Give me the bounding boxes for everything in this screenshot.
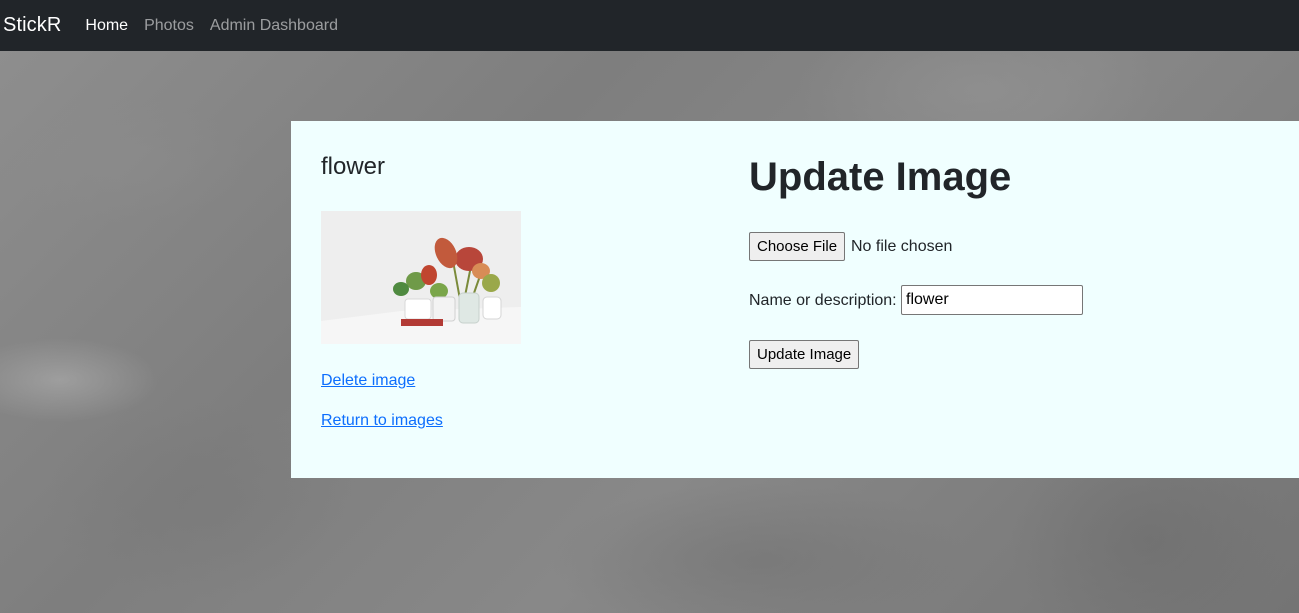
page-heading: Update Image — [749, 155, 1012, 199]
image-edit-card: flower Delete image Return to images Upd… — [291, 121, 1299, 478]
navbar: StickR Home Photos Admin Dashboard — [0, 0, 1299, 51]
flower-arrangement-photo — [321, 211, 521, 344]
nav-link-photos[interactable]: Photos — [144, 17, 194, 35]
image-title: flower — [321, 153, 386, 180]
nav-link-admin-dashboard[interactable]: Admin Dashboard — [210, 17, 338, 35]
choose-file-button[interactable]: Choose File — [749, 232, 846, 261]
brand-logo[interactable]: StickR — [3, 14, 61, 37]
delete-image-link[interactable]: Delete image — [321, 372, 415, 390]
file-status-text: No file chosen — [851, 238, 953, 255]
name-description-input[interactable] — [901, 285, 1083, 315]
image-thumbnail — [321, 211, 521, 344]
update-image-button[interactable]: Update Image — [749, 340, 860, 369]
name-description-label: Name or description: — [749, 292, 897, 309]
nav-link-home[interactable]: Home — [85, 17, 128, 35]
return-to-images-link[interactable]: Return to images — [321, 412, 443, 430]
